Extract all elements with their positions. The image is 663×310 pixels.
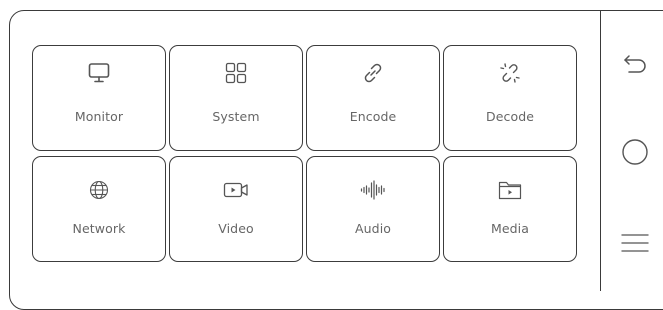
side-divider [600, 10, 601, 291]
menu-grid: Monitor System Encode Decode Network Vid… [32, 45, 579, 262]
tile-media[interactable]: Media [443, 156, 577, 262]
folder-play-icon [497, 177, 523, 203]
tile-label: Media [490, 221, 530, 236]
tile-decode[interactable]: Decode [443, 45, 577, 151]
audio-waveform-icon [360, 177, 386, 203]
menu-button[interactable] [620, 228, 650, 258]
tile-encode[interactable]: Encode [306, 45, 440, 151]
tile-label: Decode [485, 109, 535, 124]
hamburger-menu-icon [621, 234, 649, 252]
back-button[interactable] [620, 49, 650, 79]
tile-monitor[interactable]: Monitor [32, 45, 166, 151]
tile-audio[interactable]: Audio [306, 156, 440, 262]
video-camera-icon [223, 177, 249, 203]
tile-label: Encode [349, 109, 397, 124]
back-arrow-icon [624, 55, 646, 73]
link-icon [360, 60, 386, 86]
tile-label: Video [218, 221, 254, 236]
tile-label: Audio [354, 221, 392, 236]
grid-icon [223, 60, 249, 86]
tile-label: Monitor [74, 109, 124, 124]
tile-network[interactable]: Network [32, 156, 166, 262]
globe-icon [86, 177, 112, 203]
home-button[interactable] [620, 137, 650, 167]
broken-link-icon [497, 60, 523, 86]
tile-system[interactable]: System [169, 45, 303, 151]
monitor-icon [86, 60, 112, 86]
tile-label: System [212, 109, 260, 124]
tile-video[interactable]: Video [169, 156, 303, 262]
tile-label: Network [72, 221, 126, 236]
circle-home-icon [622, 139, 648, 165]
